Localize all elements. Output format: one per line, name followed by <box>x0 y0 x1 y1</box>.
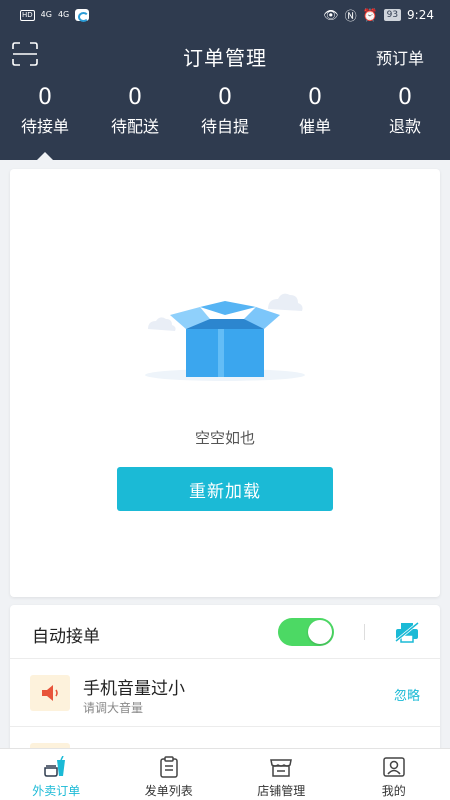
bottom-nav: 外卖订单 发单列表 店铺管理 我的 <box>0 748 450 800</box>
takeout-cup-icon <box>44 756 66 777</box>
hd-badge: HD <box>20 9 35 21</box>
stat-urge[interactable]: 0 催单 <box>270 82 360 160</box>
stat-count: 0 <box>38 85 52 110</box>
status-left: HD 4G 4G <box>20 9 90 22</box>
empty-message: 空空如也 <box>194 429 255 447</box>
stat-pending-pickup[interactable]: 0 待自提 <box>180 82 270 160</box>
nav-label: 店铺管理 <box>257 784 306 798</box>
nav-label: 我的 <box>381 784 406 798</box>
store-icon <box>270 759 293 777</box>
auto-accept-label: 自动接单 <box>32 627 100 647</box>
stat-pending-delivery[interactable]: 0 待配送 <box>90 82 180 160</box>
stat-label: 待接单 <box>20 117 69 136</box>
speaker-icon <box>42 685 58 701</box>
nav-takeout-orders[interactable]: 外卖订单 <box>0 749 113 800</box>
auto-accept-row: 自动接单 <box>10 605 440 659</box>
stat-count: 0 <box>308 85 322 110</box>
stat-count: 0 <box>398 85 412 110</box>
header: 订单管理 预订单 0 待接单 0 待配送 0 待自提 0 催单 0 退款 <box>0 30 450 160</box>
signal-1: 4G <box>40 10 52 19</box>
status-bar: HD 4G 4G 👁 Ⓝ ⏰ 93 9:24 <box>0 0 450 30</box>
nav-store-management[interactable]: 店铺管理 <box>225 749 338 800</box>
divider <box>364 624 365 640</box>
stat-count: 0 <box>128 85 142 110</box>
clipboard-list-icon <box>160 756 178 778</box>
preorder-button[interactable]: 预订单 <box>376 45 424 69</box>
empty-box-illustration <box>145 293 305 381</box>
empty-orders-card: 空空如也 重新加载 <box>10 169 440 597</box>
alarm-icon: ⏰ <box>362 8 378 22</box>
battery-level: 93 <box>383 9 402 21</box>
stat-label: 催单 <box>298 117 331 136</box>
nav-label: 外卖订单 <box>32 784 81 798</box>
eye-icon: 👁 <box>323 8 339 22</box>
auto-accept-toggle[interactable] <box>278 618 334 646</box>
signal-2: 4G <box>57 10 70 19</box>
volume-alert-row: 手机音量过小 请调大音量 忽略 <box>10 659 440 727</box>
stat-pending-accept[interactable]: 0 待接单 <box>0 82 90 160</box>
nav-label: 发单列表 <box>144 784 193 798</box>
alert-subtitle: 请调大音量 <box>83 701 144 715</box>
nav-dispatch-list[interactable]: 发单列表 <box>113 749 226 800</box>
stat-label: 待配送 <box>110 117 159 136</box>
active-indicator <box>37 152 53 160</box>
toggle-knob <box>308 620 332 644</box>
app-notification-icon <box>75 9 90 22</box>
nav-mine[interactable]: 我的 <box>338 749 450 800</box>
settings-card: 自动接单 手机音量过小 请调大音量 忽略 <box>10 605 440 765</box>
reload-button[interactable]: 重新加载 <box>117 467 333 511</box>
stat-label: 退款 <box>388 117 421 136</box>
stat-count: 0 <box>218 85 232 110</box>
stat-refund[interactable]: 0 退款 <box>360 82 450 160</box>
nfc-icon: Ⓝ <box>344 8 357 23</box>
stat-label: 待自提 <box>200 117 249 136</box>
clock-time: 9:24 <box>407 8 434 22</box>
status-right: 👁 Ⓝ ⏰ 93 9:24 <box>323 7 434 24</box>
order-stats: 0 待接单 0 待配送 0 待自提 0 催单 0 退款 <box>0 82 450 160</box>
profile-icon <box>383 757 405 777</box>
printer-off-icon[interactable] <box>394 621 420 643</box>
alert-title: 手机音量过小 <box>83 679 185 699</box>
alert-icon-bg <box>30 675 70 711</box>
ignore-button[interactable]: 忽略 <box>394 685 420 704</box>
